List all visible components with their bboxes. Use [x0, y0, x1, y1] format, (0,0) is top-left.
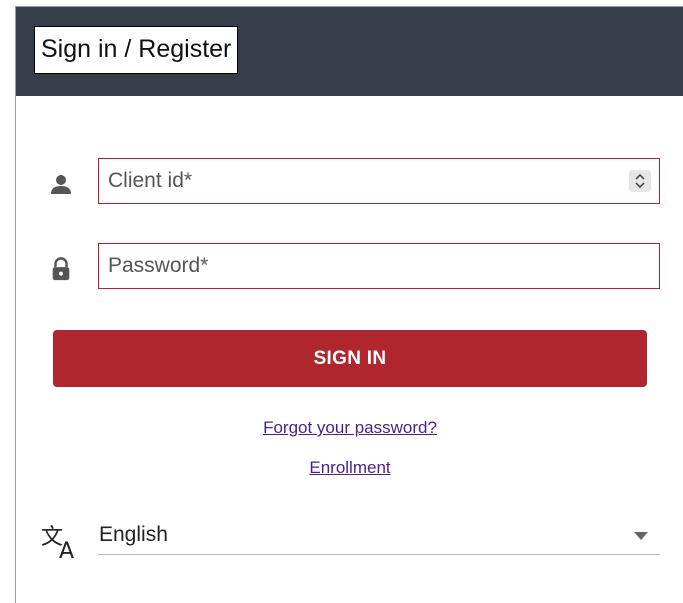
user-icon [51, 175, 71, 194]
forgot-password-link[interactable]: Forgot your password? [16, 418, 683, 438]
password-row [16, 243, 683, 291]
language-selected-value: English [99, 523, 168, 546]
enrollment-label[interactable]: Enrollment [309, 458, 390, 477]
svg-text:A: A [59, 539, 74, 560]
password-field-box [98, 243, 660, 289]
dropdown-caret-icon [634, 532, 648, 540]
lock-icon [52, 257, 70, 281]
number-spinner-icon[interactable] [629, 170, 651, 192]
client-id-field-box [98, 158, 660, 204]
password-input[interactable] [108, 244, 608, 288]
translate-icon: 文 A [41, 525, 74, 560]
page-title: Sign in / Register [33, 26, 239, 74]
header-bar: Sign in / Register [16, 7, 683, 96]
forgot-password-label[interactable]: Forgot your password? [263, 418, 437, 437]
login-panel: Sign in / Register SIGN IN Forgot your p… [15, 6, 683, 603]
sign-in-button[interactable]: SIGN IN [53, 330, 647, 387]
client-id-input[interactable] [108, 159, 608, 203]
enrollment-link[interactable]: Enrollment [16, 458, 683, 478]
client-id-row [16, 158, 683, 206]
language-select[interactable]: English [98, 518, 660, 555]
